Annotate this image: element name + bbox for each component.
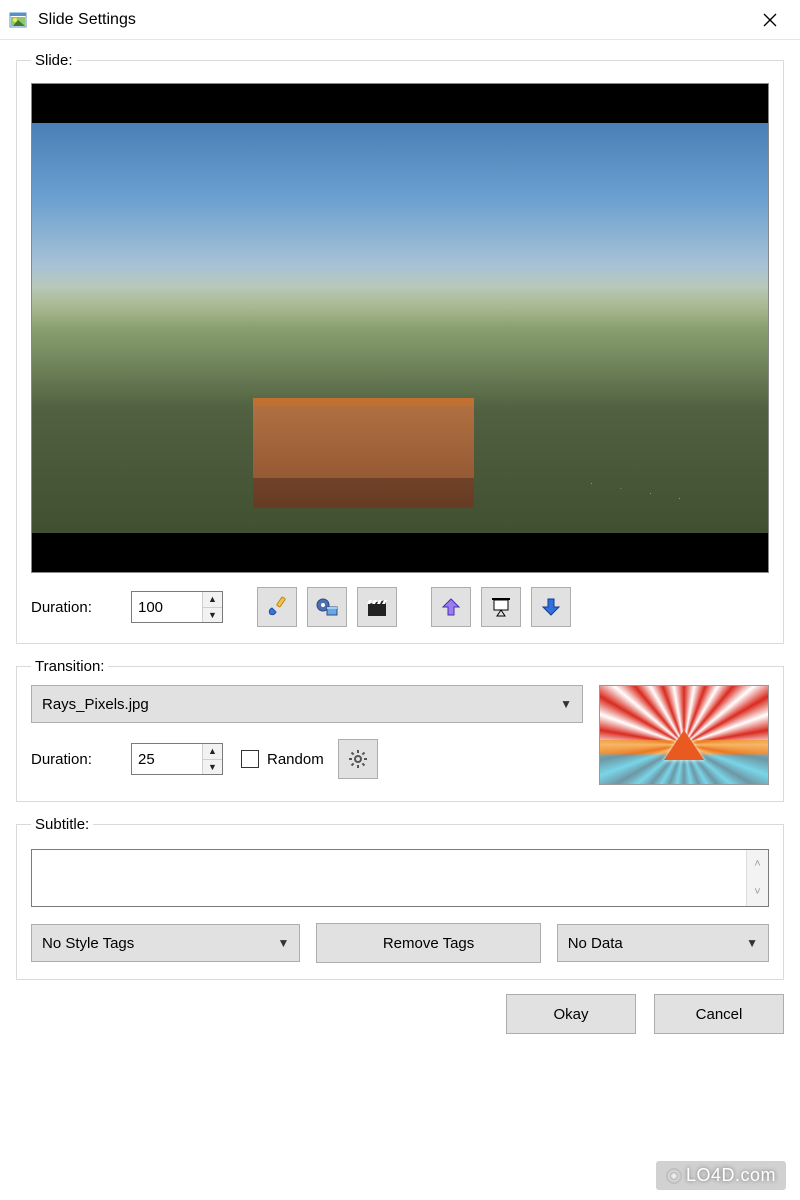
- presentation-icon: [490, 596, 512, 618]
- subtitle-group: Subtitle: ˄ ˅ No Style Tags ▼ Remove Tag…: [16, 816, 784, 980]
- transition-duration-spin-up[interactable]: ▲: [203, 744, 222, 760]
- transition-settings-button[interactable]: [338, 739, 378, 779]
- clapper-button[interactable]: [357, 587, 397, 627]
- subtitle-text[interactable]: [32, 850, 746, 906]
- slide-settings-window: Slide Settings Slide: Duration: ▲ ▼: [0, 0, 800, 1050]
- chevron-down-icon: ▼: [560, 697, 572, 711]
- transition-duration-spin-down[interactable]: ▼: [203, 760, 222, 775]
- transition-select[interactable]: Rays_Pixels.jpg ▼: [31, 685, 583, 723]
- slide-preview-image: [32, 123, 768, 533]
- gear-icon: [348, 749, 368, 769]
- transition-duration-value[interactable]: [132, 744, 202, 774]
- okay-button[interactable]: Okay: [506, 994, 636, 1034]
- watermark: LO4D.com: [656, 1161, 786, 1190]
- subtitle-legend: Subtitle:: [31, 816, 93, 833]
- remove-tags-button[interactable]: Remove Tags: [316, 923, 540, 963]
- slide-preview[interactable]: [31, 83, 769, 573]
- checkbox-box: [241, 750, 259, 768]
- brush-button[interactable]: [257, 587, 297, 627]
- dialog-footer: Okay Cancel: [16, 994, 784, 1034]
- arrow-down-icon: [541, 597, 561, 617]
- close-button[interactable]: [747, 5, 792, 35]
- subtitle-scroll-down[interactable]: ˅: [747, 878, 768, 906]
- style-tags-selected: No Style Tags: [42, 935, 278, 952]
- transition-duration-label: Duration:: [31, 751, 121, 768]
- subtitle-scroll-up[interactable]: ˄: [747, 850, 768, 878]
- chevron-down-icon: ▼: [746, 936, 758, 950]
- data-source-selected: No Data: [568, 935, 746, 952]
- transition-preview: [599, 685, 769, 785]
- random-checkbox[interactable]: Random: [241, 750, 324, 768]
- app-icon: [8, 10, 28, 30]
- transition-duration-input[interactable]: ▲ ▼: [131, 743, 223, 775]
- client-area: Slide: Duration: ▲ ▼: [0, 40, 800, 1050]
- random-label: Random: [267, 751, 324, 768]
- slide-duration-value[interactable]: [132, 592, 202, 622]
- slide-duration-spin-down[interactable]: ▼: [203, 608, 222, 623]
- subtitle-input[interactable]: ˄ ˅: [31, 849, 769, 907]
- cancel-button[interactable]: Cancel: [654, 994, 784, 1034]
- transition-selected: Rays_Pixels.jpg: [42, 696, 560, 713]
- slide-duration-spin-up[interactable]: ▲: [203, 592, 222, 608]
- data-source-select[interactable]: No Data ▼: [557, 924, 769, 962]
- move-up-button[interactable]: [431, 587, 471, 627]
- move-down-button[interactable]: [531, 587, 571, 627]
- chevron-down-icon: ▼: [278, 936, 290, 950]
- filmroll-button[interactable]: [307, 587, 347, 627]
- paintbrush-icon: [266, 596, 288, 618]
- slide-group: Slide: Duration: ▲ ▼: [16, 52, 784, 644]
- slide-legend: Slide:: [31, 52, 77, 69]
- film-roll-icon: [315, 595, 339, 619]
- clapperboard-icon: [366, 596, 388, 618]
- disc-icon: [666, 1168, 682, 1184]
- arrow-up-icon: [441, 597, 461, 617]
- close-icon: [763, 13, 777, 27]
- presentation-button[interactable]: [481, 587, 521, 627]
- titlebar: Slide Settings: [0, 0, 800, 40]
- slide-duration-label: Duration:: [31, 599, 121, 616]
- slide-duration-input[interactable]: ▲ ▼: [131, 591, 223, 623]
- transition-group: Transition: Rays_Pixels.jpg ▼ Duration: …: [16, 658, 784, 802]
- transition-legend: Transition:: [31, 658, 108, 675]
- window-title: Slide Settings: [38, 11, 136, 29]
- style-tags-select[interactable]: No Style Tags ▼: [31, 924, 300, 962]
